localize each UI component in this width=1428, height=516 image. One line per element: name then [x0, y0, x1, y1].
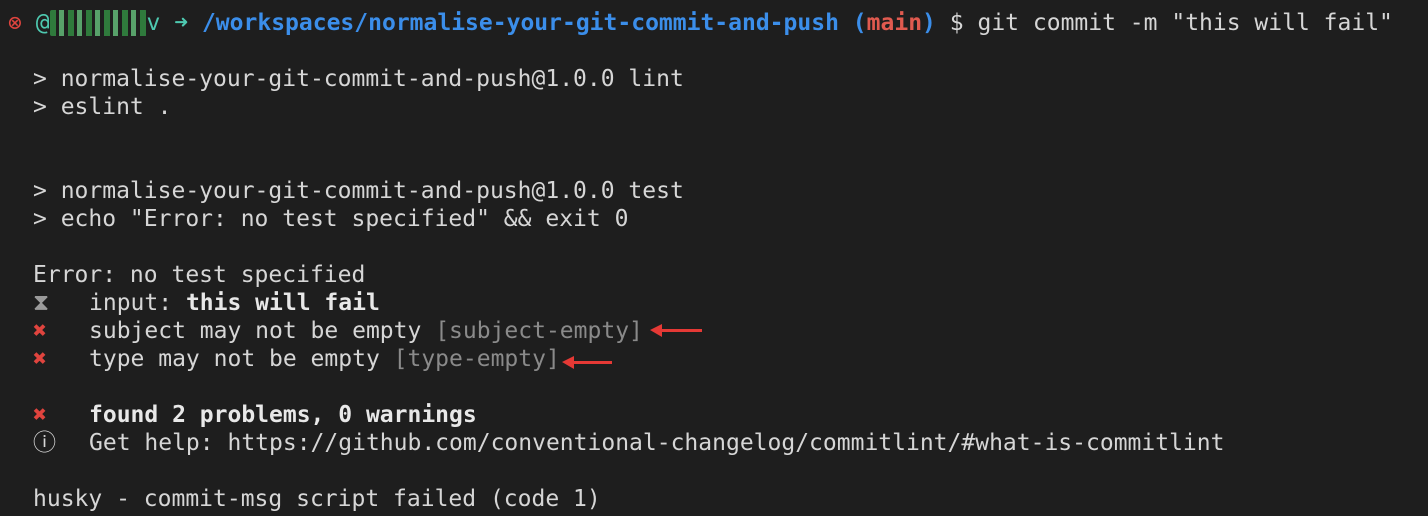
summary-text: found 2 problems, 0 warnings	[89, 402, 477, 428]
redacted-username: xxxxxxx	[49, 10, 147, 36]
annotation-arrow-icon	[650, 324, 702, 337]
prompt-arrow-icon: ➜	[174, 10, 189, 36]
command-text: git commit -m "this will fail"	[977, 10, 1393, 36]
commitlint-input-line: ⧗ input: this will fail	[33, 289, 380, 317]
branch-close-paren: )	[922, 10, 936, 36]
branch-open-paren: (	[852, 10, 867, 36]
input-value: this will fail	[185, 290, 380, 316]
problem-message: type may not be empty	[89, 346, 394, 372]
git-branch: main	[866, 10, 923, 36]
prompt-line: ⊗ @xxxxxxxv ➜ /workspaces/normalise-your…	[8, 9, 1393, 37]
error-status-icon: ⊗	[8, 10, 22, 36]
info-icon: ⓘ	[33, 430, 56, 456]
working-directory: /workspaces/normalise-your-git-commit-an…	[201, 10, 839, 36]
problem-message: subject may not be empty	[89, 318, 436, 344]
problem-rule: [subject-empty]	[435, 318, 643, 344]
user-prefix: @	[35, 10, 50, 36]
help-text: Get help: https://github.com/conventiona…	[89, 430, 1225, 456]
problem-subject-empty: ✖ subject may not be empty [subject-empty…	[33, 317, 643, 345]
commitlint-summary: ✖ found 2 problems, 0 warnings	[33, 401, 477, 429]
cross-icon: ✖	[33, 402, 47, 428]
husky-failure-message: husky - commit-msg script failed (code 1…	[33, 486, 601, 512]
problem-rule: [type-empty]	[393, 346, 560, 372]
lint-script-command: > eslint .	[33, 94, 172, 120]
annotation-arrow-icon	[562, 356, 612, 369]
cross-icon: ✖	[33, 318, 47, 344]
prompt-symbol: $	[949, 10, 964, 36]
user-suffix: v	[146, 10, 161, 36]
test-error-output: Error: no test specified	[33, 262, 366, 288]
hourglass-icon: ⧗	[33, 290, 50, 316]
commitlint-help: ⓘ Get help: https://github.com/convention…	[33, 429, 1224, 457]
cross-icon: ✖	[33, 346, 47, 372]
lint-script-header: > normalise-your-git-commit-and-push@1.0…	[33, 66, 684, 92]
test-script-command: > echo "Error: no test specified" && exi…	[33, 206, 629, 232]
terminal-window[interactable]: ⊗ @xxxxxxxv ➜ /workspaces/normalise-your…	[0, 0, 1428, 516]
input-label: input:	[89, 290, 186, 316]
test-script-header: > normalise-your-git-commit-and-push@1.0…	[33, 178, 684, 204]
problem-type-empty: ✖ type may not be empty [type-empty]	[33, 345, 560, 373]
